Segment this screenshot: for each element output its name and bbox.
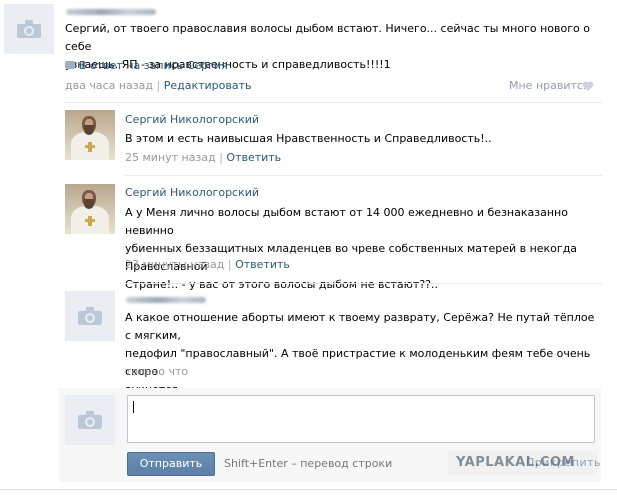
camera-icon [78,307,102,325]
comment-text-line: А какое отношение аборты имеют к твоему … [125,311,595,342]
reply-link[interactable]: Ответить [226,151,281,164]
post-time[interactable]: два часа назад [65,79,153,92]
separator: | [227,258,232,271]
avatar [65,395,115,445]
attach-link[interactable]: Прикрепить [526,451,601,475]
comment-time[interactable]: 23 минуты назад [125,258,224,271]
comment-input[interactable] [127,395,595,443]
separator: | [156,79,161,92]
comment-time[interactable]: только что [125,364,188,380]
post-text-line1: Сергий, от твоего православия волосы дыб… [65,22,590,53]
comment-author[interactable]: Сергий Никологорский [125,112,259,128]
line-break-hint: Shift+Enter – перевод строки [224,457,393,470]
divider [125,175,602,176]
avatar[interactable] [4,4,54,54]
post-meta: два часа назад | Редактировать [65,78,251,94]
comment-text-line: педофил "православный". А твоё пристраст… [125,347,591,378]
separator: | [219,151,223,164]
submit-button[interactable]: Отправить [127,452,215,476]
divider [0,489,617,490]
comment-text: В этом и есть наивысшая Нравственность и… [125,130,595,148]
author-name-blurred [66,9,156,15]
comment-text: А какое отношение аборты имеют к твоему … [125,309,600,399]
divider [65,102,602,103]
reply-icon [65,61,75,69]
comment-text: А у Меня лично волосы дыбом встают от 14… [125,204,600,294]
comment-author[interactable]: Сергий Никологорский [125,185,259,201]
like-label: Мне нравится [509,79,590,92]
reply-to-link[interactable]: В ответ на запись Сергия [79,58,228,74]
text-cursor [133,401,134,413]
reply-link[interactable]: Ответить [235,258,290,271]
camera-icon [78,411,102,429]
comment-time[interactable]: 25 минут назад [125,151,216,164]
heart-icon [582,81,594,91]
comment-text-line: В этом и есть наивысшая Нравственность и… [125,132,492,145]
avatar[interactable] [65,291,115,341]
comment-text-line: А у Меня лично волосы дыбом встают от 14… [125,206,568,237]
avatar[interactable] [65,184,115,234]
like-button[interactable]: Мне нравится [509,78,590,94]
divider [125,283,602,284]
author-name-blurred [126,297,206,303]
comment-text-line: Стране!.. - у вас от этого волосы дыбом … [125,278,439,291]
edit-link[interactable]: Редактировать [164,79,252,92]
watermark: YAPLAKAL.COM Прикрепить [448,451,601,475]
camera-icon [17,20,41,38]
comment-meta: 25 минут назад | Ответить [125,150,281,166]
avatar[interactable] [65,110,115,160]
comment-meta: 23 минуты назад | Ответить [125,257,290,273]
